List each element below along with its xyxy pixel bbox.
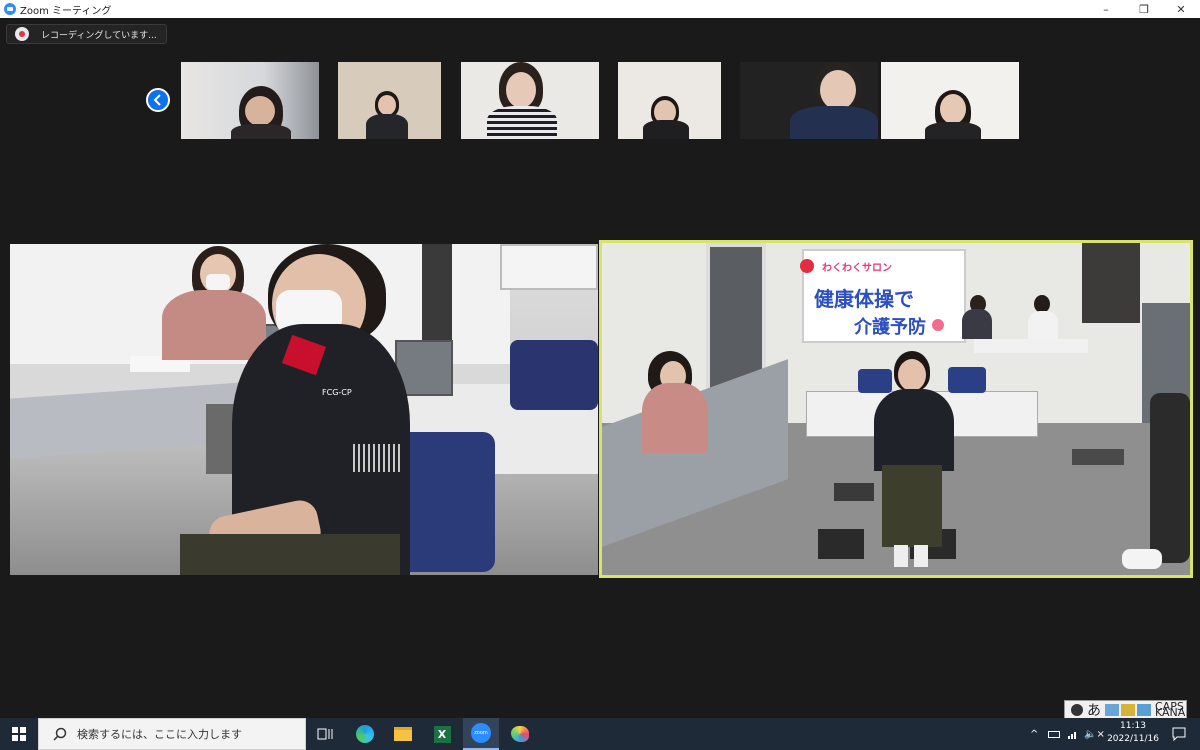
ime-toolbar[interactable]: あ CAPS KANA [1064, 700, 1187, 719]
taskbar: 検索するには、ここに入力します [0, 718, 1200, 750]
zoom-app-icon [4, 3, 16, 15]
banner-top-text: わくわくサロン [822, 263, 892, 274]
window-title: Zoom ミーティング [20, 5, 112, 17]
participant-thumbnail[interactable] [618, 62, 721, 139]
ime-tool-icon[interactable] [1105, 703, 1119, 716]
task-view-icon [317, 728, 333, 740]
video-tile-active-speaker[interactable]: わくわくサロン 健康体操で 介護予防 [602, 243, 1190, 575]
start-button[interactable] [0, 718, 38, 750]
zoom-taskbar-button[interactable]: zoom [463, 718, 499, 750]
tray-caret: ^ [1030, 728, 1039, 740]
tray-overflow-button[interactable]: ^ [1030, 718, 1038, 750]
network-button[interactable] [1068, 718, 1078, 750]
volume-muted-icon: 🔈× [1084, 728, 1105, 740]
gallery-prev-button[interactable] [146, 88, 170, 112]
excel-icon: X [433, 725, 451, 743]
clock-date: 2022/11/16 [1107, 734, 1159, 744]
recording-indicator[interactable]: レコーディングしています... [6, 24, 167, 44]
participant-thumbnail[interactable] [181, 62, 319, 139]
paint-icon [511, 726, 529, 742]
ime-status-icon [1071, 703, 1083, 716]
volume-button[interactable]: 🔈× [1084, 718, 1105, 750]
wifi-icon [1068, 732, 1076, 739]
chevron-left-icon [153, 94, 161, 106]
recording-label: レコーディングしています... [41, 30, 157, 41]
participant-thumbnail[interactable] [338, 62, 441, 139]
battery-icon [1048, 730, 1060, 738]
ime-kana: KANA [1155, 705, 1186, 719]
zoom-icon: zoom [471, 723, 491, 743]
shirt-logo: FCG-CP [322, 388, 352, 397]
task-view-button[interactable] [307, 718, 343, 750]
participant-thumbnail[interactable] [881, 62, 1019, 139]
banner-line2: 介護予防 [854, 317, 926, 338]
participant-thumbnail[interactable] [461, 62, 599, 139]
ime-dictionary-icon[interactable] [1121, 703, 1135, 716]
banner-line1: 健康体操で [814, 287, 914, 311]
windows-logo-icon [12, 727, 26, 741]
excel-taskbar-button[interactable]: X [424, 718, 460, 750]
window-titlebar: Zoom ミーティング [0, 0, 1200, 18]
taskbar-search-box[interactable]: 検索するには、ここに入力します [38, 718, 306, 750]
ime-mode[interactable]: あ [1087, 700, 1101, 720]
paint-taskbar-button[interactable] [502, 718, 538, 750]
minimize-button[interactable]: – [1087, 0, 1125, 18]
edge-icon [356, 725, 374, 743]
battery-button[interactable] [1048, 718, 1060, 750]
video-tile-speaker[interactable]: FCG-CP [10, 244, 598, 575]
clock-time: 11:13 [1120, 721, 1146, 731]
participant-thumbnail[interactable] [740, 62, 878, 139]
file-explorer-taskbar-button[interactable] [385, 718, 421, 750]
cloud-recording-icon [15, 27, 29, 41]
edge-taskbar-button[interactable] [347, 718, 383, 750]
taskbar-clock[interactable]: 11:13 2022/11/16 [1104, 720, 1162, 746]
action-center-button[interactable] [1164, 718, 1194, 750]
ime-settings-icon[interactable] [1137, 703, 1151, 716]
search-placeholder: 検索するには、ここに入力します [77, 728, 242, 741]
maximize-button[interactable]: ❐ [1125, 0, 1163, 18]
search-icon [53, 727, 67, 741]
folder-icon [394, 727, 412, 741]
close-button[interactable]: ✕ [1162, 0, 1200, 18]
notification-icon [1172, 727, 1186, 741]
